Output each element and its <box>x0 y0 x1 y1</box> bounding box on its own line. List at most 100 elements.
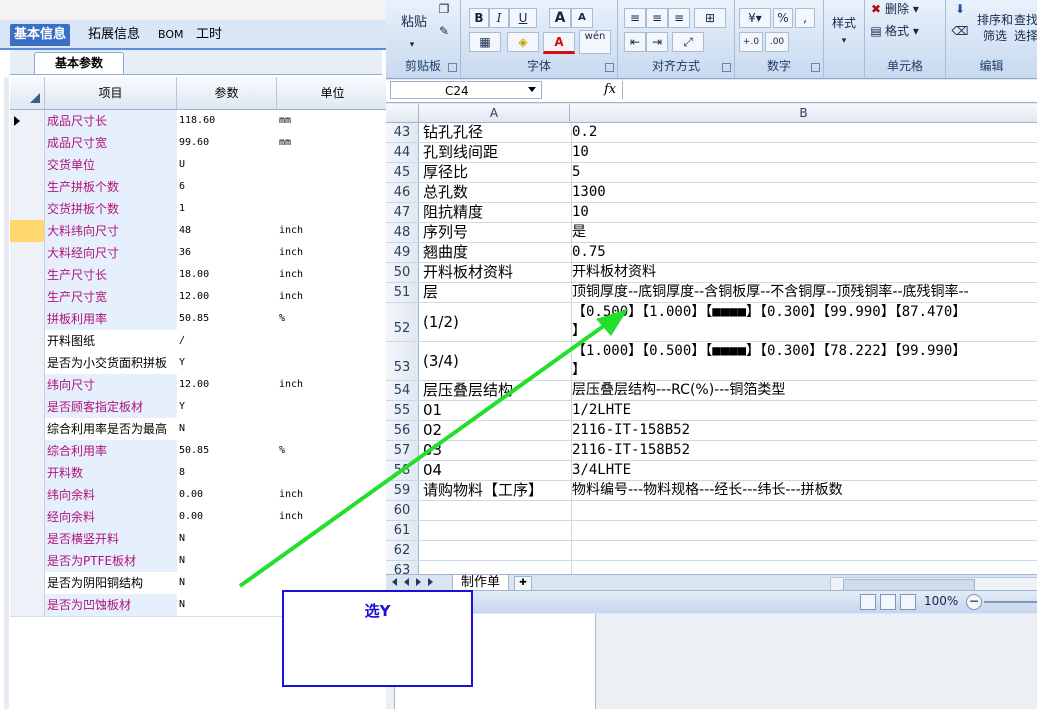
cell-b[interactable]: 顶铜厚度--底铜厚度--含铜板厚--不含铜厚--顶残铜率--底残铜率-- <box>570 283 1037 302</box>
table-row[interactable]: 生产拼板个数 6 <box>10 176 388 199</box>
comma-button[interactable]: , <box>795 8 815 28</box>
row-header[interactable]: 49 <box>386 243 419 262</box>
table-row[interactable]: 纬向余料 0.00 inch <box>10 484 388 507</box>
row-selector[interactable] <box>10 572 45 594</box>
cell-b[interactable]: 0.2 <box>570 123 1037 142</box>
row-selector[interactable] <box>10 132 45 154</box>
cell-a[interactable]: 总孔数 <box>419 183 572 202</box>
cell-a[interactable] <box>419 541 572 560</box>
merge-center-icon[interactable]: ⊞ <box>694 8 726 28</box>
zoom-slider[interactable] <box>984 601 1037 603</box>
row-selector[interactable] <box>10 506 45 528</box>
row-header[interactable]: 60 <box>386 501 419 520</box>
align-right-icon[interactable]: ≡ <box>668 8 690 28</box>
clipboard-launcher-icon[interactable] <box>448 63 457 72</box>
cell-a[interactable]: 阻抗精度 <box>419 203 572 222</box>
param-value-cell[interactable]: 50.85 <box>177 308 278 330</box>
name-box-dropdown-icon[interactable] <box>528 87 536 92</box>
insert-sheet-icon[interactable]: ✚ <box>514 576 532 591</box>
cell-a[interactable]: (3/4) <box>419 342 572 380</box>
param-value-cell[interactable]: / <box>177 330 278 352</box>
table-row[interactable]: 交货拼板个数 1 <box>10 198 388 221</box>
last-sheet-icon[interactable] <box>428 578 433 586</box>
align-center-icon[interactable]: ≡ <box>646 8 668 28</box>
table-row[interactable]: 成品尺寸长 118.60 mm <box>10 110 388 133</box>
table-row[interactable]: 生产尺寸长 18.00 inch <box>10 264 388 287</box>
param-value-cell[interactable]: Y <box>177 396 278 418</box>
cell-a[interactable] <box>419 521 572 540</box>
shrink-font-icon[interactable]: A <box>571 8 593 28</box>
tab-bom[interactable]: BOM <box>154 24 188 46</box>
number-launcher-icon[interactable] <box>811 63 820 72</box>
row-header[interactable]: 61 <box>386 521 419 540</box>
row-header[interactable]: 55 <box>386 401 419 420</box>
param-value-cell[interactable]: N <box>177 418 278 440</box>
row-header[interactable]: 44 <box>386 143 419 162</box>
row-selector[interactable] <box>10 352 45 374</box>
param-value-cell[interactable]: 99.60 <box>177 132 278 154</box>
row-selector[interactable] <box>10 330 45 352</box>
table-row[interactable]: 交货单位 U <box>10 154 388 177</box>
table-row[interactable]: 是否为PTFE板材 N <box>10 550 388 573</box>
table-row[interactable]: 大料纬向尺寸 48 inch <box>10 220 388 243</box>
bold-button[interactable]: B <box>469 8 489 28</box>
table-row[interactable]: 综合利用率 50.85% <box>10 440 388 463</box>
percent-button[interactable]: % <box>773 8 793 28</box>
row-header[interactable]: 43 <box>386 123 419 142</box>
delete-button[interactable]: 删除 ▾ <box>885 0 929 18</box>
cell-a[interactable]: 请购物料【工序】 <box>419 481 572 500</box>
table-row[interactable]: 生产尺寸宽 12.00 inch <box>10 286 388 309</box>
row-header[interactable]: 58 <box>386 461 419 480</box>
cell-a[interactable]: 翘曲度 <box>419 243 572 262</box>
table-row[interactable]: 开料图纸 / <box>10 330 388 353</box>
orientation-icon[interactable]: ⤢ <box>672 32 704 52</box>
param-value-cell[interactable]: 8 <box>177 462 278 484</box>
row-selector[interactable] <box>10 286 45 308</box>
alignment-launcher-icon[interactable] <box>722 63 731 72</box>
param-value-cell[interactable]: 50.85 <box>177 440 278 462</box>
cell-a[interactable]: 序列号 <box>419 223 572 242</box>
row-header[interactable]: 54 <box>386 381 419 400</box>
page-break-view-icon[interactable] <box>900 594 916 610</box>
param-value-cell[interactable]: 1 <box>177 198 278 220</box>
subtab-basic-params[interactable]: 基本参数 <box>34 52 124 74</box>
grow-font-icon[interactable]: A <box>549 8 571 28</box>
table-row[interactable]: 是否顾客指定板材 Y <box>10 396 388 419</box>
underline-button[interactable]: U <box>509 8 537 28</box>
first-sheet-icon[interactable] <box>392 578 397 586</box>
table-row[interactable]: 拼板利用率 50.85% <box>10 308 388 331</box>
insert-function-icon[interactable]: fx <box>604 82 616 97</box>
formula-input[interactable] <box>622 81 1037 99</box>
row-header[interactable]: 50 <box>386 263 419 282</box>
styles-dropdown-icon[interactable]: ▾ <box>836 32 852 50</box>
row-header[interactable]: 51 <box>386 283 419 302</box>
row-selector[interactable] <box>10 264 45 286</box>
cell-b[interactable]: 物料编号---物料规格---经长---纬长---拼板数 <box>570 481 1037 500</box>
table-row[interactable]: 是否横竖开料 N <box>10 528 388 551</box>
clear-icon[interactable]: ⌫ <box>950 22 970 40</box>
row-header[interactable]: 45 <box>386 163 419 182</box>
row-header[interactable]: 57 <box>386 441 419 460</box>
grid-corner[interactable] <box>10 77 45 109</box>
prev-sheet-icon[interactable] <box>404 578 409 586</box>
delete-icon[interactable]: ✖ <box>869 0 883 18</box>
cell-b[interactable]: 2116-IT-158B52 <box>570 441 1037 460</box>
cell-b[interactable]: 层压叠层结构---RC(%)---铜箔类型 <box>570 381 1037 400</box>
param-value-cell[interactable]: Y <box>177 352 278 374</box>
increase-indent-icon[interactable]: ⇥ <box>646 32 668 52</box>
row-header[interactable]: 52 <box>386 303 419 341</box>
param-value-cell[interactable]: 12.00 <box>177 374 278 396</box>
fill-color-icon[interactable]: ◈ <box>507 32 539 52</box>
cell-b[interactable]: 10 <box>570 203 1037 222</box>
cell-b[interactable]: 10 <box>570 143 1037 162</box>
row-selector[interactable] <box>10 308 45 330</box>
row-selector[interactable] <box>10 154 45 176</box>
row-selector[interactable] <box>10 176 45 198</box>
cell-b[interactable]: 5 <box>570 163 1037 182</box>
cell-a[interactable]: 厚径比 <box>419 163 572 182</box>
cell-a[interactable]: 01 <box>419 401 572 420</box>
row-selector[interactable] <box>10 110 45 132</box>
phonetic-button[interactable]: wén <box>579 30 611 54</box>
row-header[interactable]: 56 <box>386 421 419 440</box>
zoom-out-icon[interactable]: − <box>966 594 982 610</box>
